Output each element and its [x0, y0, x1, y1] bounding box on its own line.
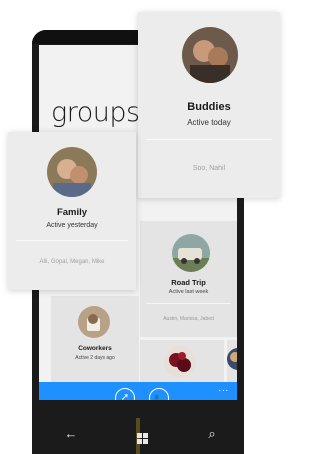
group-status: Active last week: [168, 289, 209, 295]
divider: [16, 240, 128, 241]
app-bar: ➚ 👥 ...: [39, 382, 237, 400]
more-button[interactable]: ...: [218, 383, 229, 393]
group-photo: [172, 234, 210, 272]
group-members: Alli, Gopal, Megan, Mike: [39, 259, 105, 265]
search-icon[interactable]: ⌕: [202, 426, 222, 442]
group-card-buddies[interactable]: Buddies Active today Soo, Nahil: [138, 12, 280, 198]
group-name: Family: [56, 207, 88, 218]
group-card-family[interactable]: Family Active yesterday Alli, Gopal, Meg…: [8, 132, 136, 290]
group-photo: [78, 306, 110, 338]
start-icon[interactable]: [132, 426, 152, 444]
divider: [146, 139, 272, 140]
group-members: Austin, Marissa, Jabed: [163, 316, 214, 322]
group-tile-road-trip[interactable]: Road Trip Active last week Austin, Maris…: [140, 221, 237, 337]
group-status: Active today: [187, 118, 231, 127]
back-icon[interactable]: ←: [61, 426, 81, 441]
group-name: Coworkers: [78, 345, 112, 352]
group-photo: [182, 27, 238, 83]
divider: [146, 303, 231, 304]
group-photo: [164, 346, 196, 378]
group-members: Soo, Nahil: [192, 165, 226, 172]
group-tile-coworkers[interactable]: Coworkers Active 2 days ago: [51, 296, 139, 382]
group-photo: [47, 147, 97, 197]
nav-bar: ← ⌕: [32, 418, 244, 454]
group-status: Active 2 days ago: [75, 355, 115, 361]
group-status: Active yesterday: [46, 222, 98, 229]
compass-icon[interactable]: ➚: [115, 388, 135, 400]
group-name: Buddies: [187, 101, 231, 113]
group-photo: [227, 348, 237, 370]
people-icon[interactable]: 👥: [149, 388, 169, 400]
group-name: Road Trip: [171, 278, 206, 287]
page-title: groups: [51, 97, 140, 128]
